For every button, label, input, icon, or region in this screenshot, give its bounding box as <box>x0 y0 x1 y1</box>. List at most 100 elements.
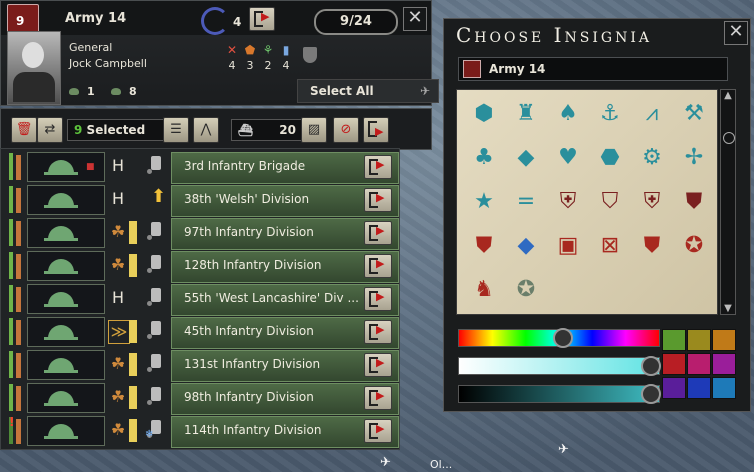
color-swatch[interactable] <box>687 329 711 351</box>
division-row[interactable]: ☘ 128th Infantry Division <box>5 250 399 283</box>
crossed-insignia-icon[interactable]: ⊠ <box>593 228 627 262</box>
army-name[interactable]: Army 14 <box>65 11 126 26</box>
unit-icon-box <box>27 317 105 347</box>
color-swatch[interactable] <box>712 329 736 351</box>
cog-insignia-icon[interactable]: ⚙ <box>635 140 669 174</box>
division-detach-button[interactable] <box>364 188 392 212</box>
bulldog-insignia-icon[interactable]: ▣ <box>551 228 585 262</box>
organization-bar <box>16 155 21 180</box>
division-detach-button[interactable] <box>364 287 392 311</box>
tiger-shield-insignia-icon[interactable]: ⛊ <box>677 184 711 218</box>
division-detach-button[interactable] <box>364 353 392 377</box>
merge-button[interactable]: ⇄ <box>37 117 63 143</box>
club-insignia-icon[interactable]: ♣ <box>467 140 501 174</box>
division-row[interactable]: ! ☘ ❄ 114th Infantry Division <box>5 415 399 448</box>
color-swatch[interactable] <box>712 353 736 375</box>
unit-icon-box <box>27 251 105 281</box>
division-detach-button[interactable] <box>364 386 392 410</box>
hue-slider-knob[interactable] <box>553 328 573 348</box>
select-all-label: Select All <box>310 84 374 98</box>
scroll-up-icon[interactable]: ▲ <box>721 90 735 101</box>
general-rank: General <box>69 41 113 54</box>
diamond-insignia-icon[interactable]: ◆ <box>509 140 543 174</box>
division-detach-button[interactable] <box>364 221 392 245</box>
medal-insignia-icon[interactable]: ✪ <box>677 228 711 262</box>
red-crest-insignia-icon[interactable]: ⛊ <box>467 228 501 262</box>
color-swatch[interactable] <box>662 377 686 399</box>
division-row[interactable]: ☘ 98th Infantry Division <box>5 382 399 415</box>
general-name[interactable]: Jock Campbell <box>69 57 147 70</box>
transport-ships[interactable]: ⛴ 20 <box>231 119 303 141</box>
close-button[interactable]: ✕ <box>403 7 427 31</box>
division-detach-button[interactable] <box>364 320 392 344</box>
blue-shield-insignia-icon[interactable]: ⛉ <box>593 184 627 218</box>
exit-arrow-icon <box>365 354 387 374</box>
color-swatch[interactable] <box>687 377 711 399</box>
chevron-insignia-icon[interactable]: ⩘ <box>635 96 669 130</box>
hue-slider[interactable] <box>458 328 660 348</box>
division-row[interactable]: H 55th 'West Lancashire' Div ... <box>5 283 399 316</box>
castle-insignia-icon[interactable]: ♜ <box>509 96 543 130</box>
select-all-button[interactable]: Select All ✈ <box>297 79 439 103</box>
stripes-button[interactable]: ▨ <box>301 117 327 143</box>
division-detach-button[interactable] <box>364 419 392 443</box>
hexagon-insignia-icon[interactable]: ⬣ <box>593 140 627 174</box>
scroll-down-icon[interactable]: ▼ <box>721 303 735 314</box>
stars-shield-insignia-icon[interactable]: ⛊ <box>635 228 669 262</box>
division-name: 114th Infantry Division <box>184 423 322 437</box>
division-name: 38th 'Welsh' Division <box>184 192 310 206</box>
airborne-button[interactable]: ⋀ <box>193 117 219 143</box>
division-row[interactable]: H ⬆ 38th 'Welsh' Division <box>5 184 399 217</box>
cancel-orders-button[interactable]: ⊘ <box>333 117 359 143</box>
color-swatch[interactable] <box>662 329 686 351</box>
heart-insignia-icon[interactable]: ♥ <box>551 140 585 174</box>
helmet-icon <box>44 193 78 208</box>
color-swatch[interactable] <box>687 353 711 375</box>
division-toolbar: 🗑 ⇄ 9 Selected ☰ ⋀ ⛴ 20 ▨ ⊘ <box>0 108 432 150</box>
helmet-icon <box>111 88 121 95</box>
army-flag-badge[interactable]: 9 <box>7 4 39 34</box>
division-row[interactable]: ☘ 131st Infantry Division <box>5 349 399 382</box>
cross-shield-insignia-icon[interactable]: ⛨ <box>551 184 585 218</box>
star-insignia-icon[interactable]: ★ <box>467 184 501 218</box>
general-portrait[interactable] <box>7 31 61 105</box>
insignia-scrollbar[interactable]: ▲ ▼ <box>720 89 736 315</box>
division-row[interactable]: ☘ 97th Infantry Division <box>5 217 399 250</box>
close-button[interactable]: ✕ <box>724 21 748 45</box>
shield-toggle-icon[interactable] <box>303 47 317 63</box>
brightness-slider[interactable] <box>458 384 661 404</box>
scroll-thumb[interactable] <box>723 132 735 144</box>
delete-button[interactable]: 🗑 <box>11 117 37 143</box>
readiness-bar <box>129 254 137 277</box>
saturation-slider-knob[interactable] <box>641 356 661 376</box>
bars-insignia-icon[interactable]: = <box>509 184 543 218</box>
spade-insignia-icon[interactable]: ♠ <box>551 96 585 130</box>
brightness-slider-knob[interactable] <box>641 384 661 404</box>
division-row[interactable]: ≫ 45th Infantry Division <box>5 316 399 349</box>
army-name-input[interactable]: Army 14 <box>458 57 728 81</box>
detach-button[interactable] <box>249 7 275 31</box>
green-diamond-insignia-icon[interactable]: ◆ <box>509 228 543 262</box>
yellow-cross-shield-insignia-icon[interactable]: ⛨ <box>635 184 669 218</box>
division-name: 128th Infantry Division <box>184 258 322 272</box>
color-swatch[interactable] <box>662 353 686 375</box>
spark-insignia-icon[interactable]: ✢ <box>677 140 711 174</box>
airplane-icon[interactable]: ✈ <box>380 455 391 470</box>
selected-count-box: 9 Selected <box>67 119 165 141</box>
round-star-insignia-icon[interactable]: ✪ <box>509 272 543 306</box>
color-swatch[interactable] <box>712 377 736 399</box>
railway-button[interactable]: ☰ <box>163 117 189 143</box>
division-detach-button[interactable] <box>364 254 392 278</box>
wrench-insignia-icon[interactable]: ⚒ <box>677 96 711 130</box>
army-header-panel: 9 Army 14 4 9/24 ✕ General Jock Campbell… <box>0 0 439 106</box>
detach-divisions-button[interactable] <box>363 117 389 144</box>
division-row[interactable]: ■ H 3rd Infantry Brigade <box>5 151 399 184</box>
shield-insignia-icon[interactable]: ⬢ <box>467 96 501 130</box>
lion-insignia-icon[interactable]: ♞ <box>467 272 501 306</box>
anchor-insignia-icon[interactable]: ⚓ <box>593 96 627 130</box>
division-detach-button[interactable] <box>364 155 392 179</box>
airplane-icon[interactable]: ✈ <box>558 442 569 457</box>
strength-bar <box>9 384 13 411</box>
division-name: 98th Infantry Division <box>184 390 314 404</box>
saturation-slider[interactable] <box>458 356 661 376</box>
